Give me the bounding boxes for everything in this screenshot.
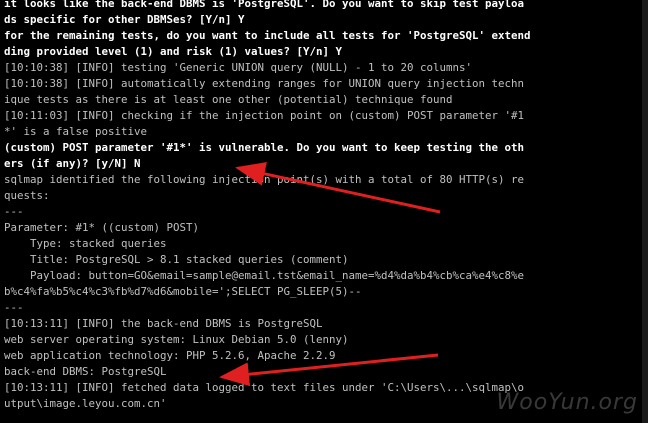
console-line: ding provided level (1) and risk (1) val… [4, 45, 343, 58]
console-line: it looks like the back-end DBMS is 'Post… [4, 0, 525, 10]
console-line: for the remaining tests, do you want to … [4, 29, 531, 42]
console-output: it looks like the back-end DBMS is 'Post… [4, 0, 646, 412]
console-line: Type: stacked queries [4, 237, 167, 250]
console-line: [10:13:11] [INFO] the back-end DBMS is P… [4, 317, 323, 330]
console-line: Parameter: #1* ((custom) POST) [4, 221, 200, 234]
scrollbar[interactable] [642, 0, 648, 423]
console-line: quests: [4, 189, 50, 202]
console-line: *' is a false positive [4, 125, 148, 138]
console-line: --- [4, 205, 24, 218]
console-line: ers (if any)? [y/N] N [4, 157, 141, 170]
console-line: [10:10:38] [INFO] testing 'Generic UNION… [4, 61, 473, 74]
console-line: b%c4%fa%b5%c4%c3%fb%d7%d6&mobile=';SELEC… [4, 285, 362, 298]
console-line: [10:10:38] [INFO] automatically extendin… [4, 77, 525, 90]
console-line: [10:11:03] [INFO] checking if the inject… [4, 109, 525, 122]
console-line: ds specific for other DBMSes? [Y/n] Y [4, 13, 245, 26]
console-line: --- [4, 301, 24, 314]
console-line: back-end DBMS: PostgreSQL [4, 365, 167, 378]
console-line: (custom) POST parameter '#1*' is vulnera… [4, 141, 525, 154]
console-line: ique tests as there is at least one othe… [4, 93, 453, 106]
watermark-text: WooYun.org [496, 390, 638, 415]
console-line: sqlmap identified the following injectio… [4, 173, 525, 186]
console-line: Payload: button=GO&email=sample@email.ts… [4, 269, 525, 282]
console-line: web server operating system: Linux Debia… [4, 333, 349, 346]
console-line: Title: PostgreSQL > 8.1 stacked queries … [4, 253, 349, 266]
terminal-window: it looks like the back-end DBMS is 'Post… [0, 0, 648, 423]
console-line: web application technology: PHP 5.2.6, A… [4, 349, 336, 362]
